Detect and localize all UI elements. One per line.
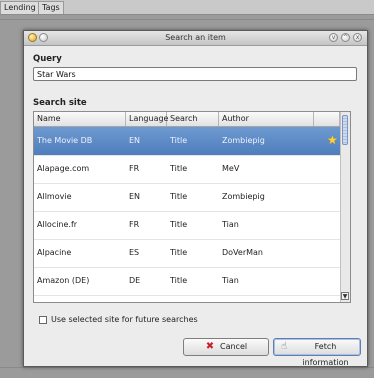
fetch-icon: ☝ (280, 341, 288, 352)
tab-lending[interactable]: Lending (0, 1, 40, 14)
cell-name: Alapage.com (37, 164, 90, 173)
dialog-title: Search an item (165, 33, 226, 42)
column-header-search-fields[interactable]: Search fields (167, 112, 219, 137)
table-row[interactable]: Amazon (DE) DE Title Tian (34, 267, 340, 296)
table-row[interactable]: Allocine.fr FR Title Tian (34, 211, 340, 240)
table-scrollbar[interactable]: ▼ (340, 112, 350, 302)
cell-name: Allocine.fr (37, 220, 78, 229)
cell-language: EN (129, 136, 141, 145)
x-icon: ✖ (205, 341, 215, 352)
chevron-down-icon[interactable]: ▼ (341, 292, 349, 300)
search-site-table: Name Language Search fields Author The M… (33, 111, 351, 303)
query-input[interactable] (33, 67, 357, 81)
cell-search-fields: Title (170, 248, 188, 257)
minimize-icon[interactable]: v (329, 33, 338, 42)
cancel-button-label: Cancel (220, 342, 248, 351)
cell-language: FR (129, 164, 140, 173)
divider (0, 19, 374, 20)
cell-language: EN (129, 192, 141, 201)
cell-language: FR (129, 220, 140, 229)
cell-author: Zombiepig (222, 136, 265, 145)
maximize-icon[interactable]: ^ (341, 33, 350, 42)
column-header-author[interactable]: Author (219, 112, 314, 126)
cell-name: The Movie DB (37, 136, 93, 145)
dialog-titlebar[interactable]: Search an item v ^ x (24, 31, 367, 46)
cell-name: Alpacine (37, 248, 72, 257)
cell-name: Amazon (DE) (37, 276, 90, 285)
cell-author: MeV (222, 164, 240, 173)
remember-site-checkbox[interactable] (39, 316, 47, 324)
cell-language: DE (129, 276, 141, 285)
cell-author: Zombiepig (222, 192, 265, 201)
cell-author: Tian (222, 220, 239, 229)
cancel-button[interactable]: ✖ Cancel (183, 338, 269, 356)
search-site-label: Search site (33, 98, 87, 108)
column-header-favorite[interactable] (314, 112, 340, 126)
table-header: Name Language Search fields Author (34, 112, 340, 137)
star-icon[interactable]: ★ (327, 133, 339, 147)
background-tab-bar: Lending Tags (0, 0, 374, 15)
cell-search-fields: Title (170, 136, 188, 145)
scrollbar-thumb[interactable] (342, 115, 348, 145)
table-row[interactable]: Alpacine ES Title DoVerMan (34, 239, 340, 268)
cell-search-fields: Title (170, 220, 188, 229)
cell-name: Allmovie (37, 192, 72, 201)
table-row[interactable]: Allmovie EN Title Zombiepig (34, 183, 340, 212)
table-row[interactable]: The Movie DB EN Title Zombiepig ★ (34, 127, 340, 156)
table-row[interactable]: Alapage.com FR Title MeV (34, 155, 340, 184)
tab-tags[interactable]: Tags (38, 1, 64, 14)
cell-author: Tian (222, 276, 239, 285)
close-icon[interactable]: x (353, 33, 362, 42)
cell-search-fields: Title (170, 192, 188, 201)
column-header-language[interactable]: Language (126, 112, 168, 126)
cell-search-fields: Title (170, 276, 188, 285)
fetch-information-button[interactable]: ☝ Fetch information (273, 338, 361, 367)
query-label: Query (33, 54, 62, 64)
cell-language: ES (129, 248, 140, 257)
remember-site-label[interactable]: Use selected site for future searches (51, 315, 198, 324)
cell-author: DoVerMan (222, 248, 263, 257)
cell-search-fields: Title (170, 164, 188, 173)
fetch-button-label: Fetch information (302, 342, 349, 367)
column-header-name[interactable]: Name (34, 112, 126, 126)
search-dialog: Search an item v ^ x Query Search site N… (23, 30, 368, 367)
